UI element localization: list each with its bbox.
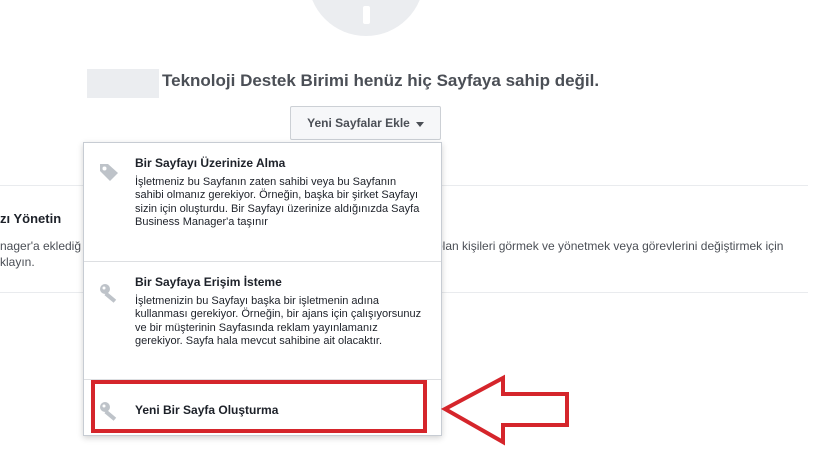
business-avatar-placeholder (87, 69, 159, 98)
menu-item-request-access[interactable]: Bir Sayfaya Erişim İsteme İşletmenizin b… (84, 262, 441, 380)
highlight-box (91, 380, 427, 433)
menu-item-description: İşletmenizin bu Sayfayı başka bir işletm… (135, 295, 422, 348)
menu-item-title: Bir Sayfaya Erişim İsteme (135, 275, 282, 289)
section-title: zı Yönetin (0, 211, 62, 226)
key-icon (98, 282, 120, 309)
add-new-pages-button-label: Yeni Sayfalar Ekle (307, 116, 410, 130)
section-description-left-2: klayın. (0, 255, 35, 269)
section-description-left-1: nager'a eklediğ (0, 239, 82, 253)
annotation-arrow-icon (441, 374, 569, 446)
menu-item-title: Bir Sayfayı Üzerinize Alma (135, 156, 286, 170)
page-placeholder-icon (308, 0, 424, 36)
empty-state-headline: Teknoloji Destek Birimi henüz hiç Sayfay… (162, 71, 600, 90)
tag-icon (98, 161, 120, 188)
add-new-pages-button[interactable]: Yeni Sayfalar Ekle (290, 106, 441, 140)
menu-item-description: İşletmeniz bu Sayfanın zaten sahibi veya… (135, 176, 420, 229)
exclamation-mark (363, 6, 370, 24)
menu-item-claim-page[interactable]: Bir Sayfayı Üzerinize Alma İşletmeniz bu… (84, 143, 441, 261)
caret-down-icon (415, 121, 424, 127)
section-description-right-1: olan kişileri görmek ve yönetmek veya gö… (436, 239, 784, 253)
